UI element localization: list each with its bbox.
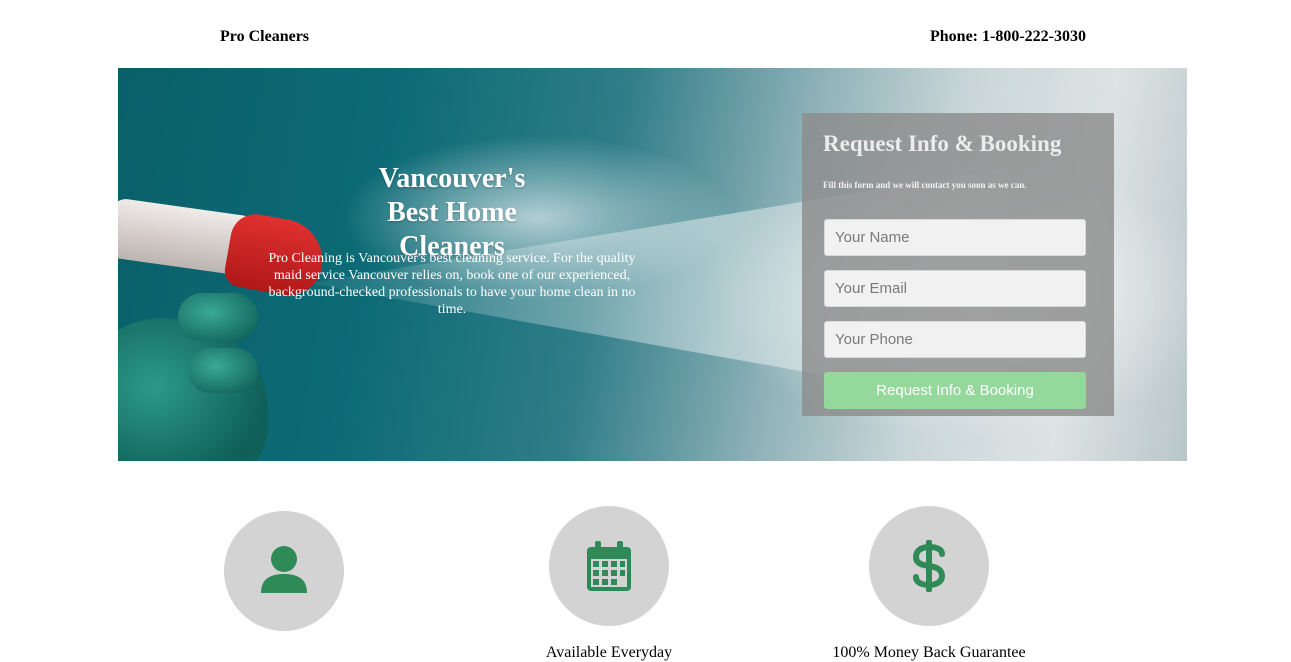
name-input[interactable] <box>824 219 1086 256</box>
form-title: Request Info & Booking <box>823 131 1062 156</box>
feature-icon-circle <box>869 506 989 626</box>
hero-title: Vancouver's Best Home Cleaners <box>378 163 526 262</box>
feature-label: 100% Money Back Guarantee <box>832 644 1026 661</box>
feature-availability: Available Everyday <box>459 506 759 662</box>
top-bar: Pro Cleaners Phone: 1-800-222-3030 <box>0 0 1291 68</box>
phone-link[interactable]: Phone: 1-800-222-3030 <box>930 28 1086 46</box>
form-subtitle: Fill this form and we will contact you s… <box>823 180 1027 190</box>
booking-form: Request Info & Booking Fill this form an… <box>802 113 1114 416</box>
feature-icon-circle <box>224 511 344 631</box>
user-icon <box>261 546 307 593</box>
hero-glove-finger-graphic <box>178 293 258 341</box>
request-booking-button[interactable]: Request Info & Booking <box>824 372 1086 409</box>
dollar-icon <box>912 540 946 592</box>
hero-description: Pro Cleaning is Vancouver's best cleanin… <box>268 251 636 317</box>
phone-input[interactable] <box>824 321 1086 358</box>
feature-guarantee: 100% Money Back Guarantee <box>779 506 1079 662</box>
hero-banner: Vancouver's Best Home Cleaners Pro Clean… <box>118 68 1187 461</box>
calendar-icon <box>587 541 631 591</box>
email-input[interactable] <box>824 270 1086 307</box>
brand-link[interactable]: Pro Cleaners <box>220 28 309 46</box>
feature-vetted-staff <box>134 511 434 649</box>
feature-label: Available Everyday <box>545 644 673 661</box>
hero-glove-finger-graphic <box>188 348 258 393</box>
feature-icon-circle <box>549 506 669 626</box>
